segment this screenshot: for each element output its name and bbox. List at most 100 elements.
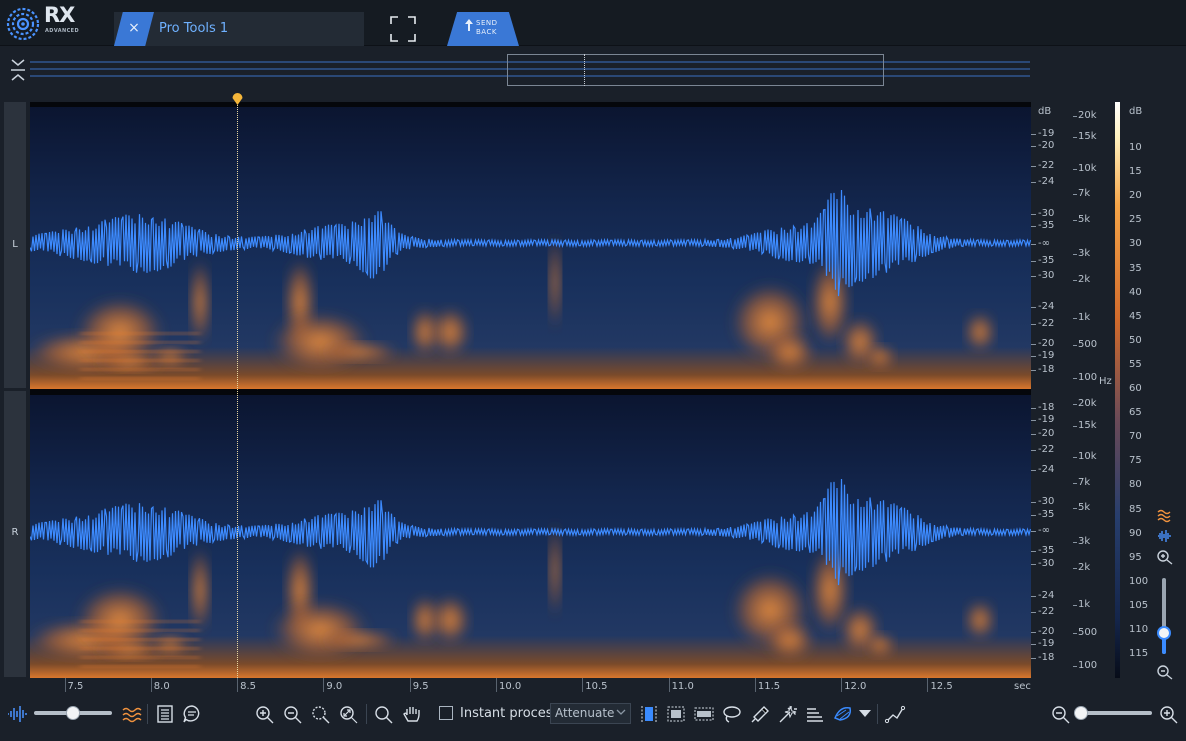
instant-process-label[interactable]: Instant process [460,706,559,721]
horizontal-zoom-in-icon[interactable] [1158,704,1180,724]
gain-icon[interactable] [832,704,854,724]
send-back-button[interactable]: SEND BACK [447,12,519,46]
logo-subtitle: ADVANCED [45,28,80,34]
db-scale-label: -24 [1038,301,1055,312]
time-tick [927,678,929,692]
vertical-zoom-in-icon[interactable] [1156,549,1174,565]
zoom-selection-icon[interactable] [310,704,332,724]
time-tick-label: 11.5 [757,681,781,692]
color-scale-label: 30 [1129,238,1142,250]
db-scale-tick [1031,307,1036,308]
harmonic-select-icon[interactable] [804,704,826,724]
db-scale-label: -30 [1038,496,1055,507]
spectrogram-view[interactable] [30,102,1031,678]
magic-wand-icon[interactable] [776,704,798,724]
hand-icon[interactable] [401,704,423,724]
zoom-in-icon[interactable] [254,704,276,724]
color-scale-label: 15 [1129,166,1142,178]
color-scale-label: 40 [1129,286,1142,298]
magnify-icon[interactable] [373,704,395,724]
spectrogram-icon[interactable] [120,704,142,724]
frequency-scale-label: 10k [1078,451,1097,462]
db-scale-label: -35 [1038,220,1055,231]
frequency-scale-label: 2k [1078,562,1091,573]
spectral-energy-region [865,344,895,370]
overview-view-window[interactable] [507,54,884,86]
db-scale-tick [1031,434,1036,435]
brush-icon[interactable] [749,704,771,724]
db-scale-label: -20 [1038,140,1055,151]
harmonic-band [80,332,200,335]
frequency-scale-tick [1073,116,1077,117]
playhead-line[interactable] [237,98,239,678]
frequency-scale-tick [1073,457,1077,458]
time-frequency-select-icon[interactable] [665,704,687,724]
harmonic-band [80,629,200,632]
comment-icon[interactable] [181,704,203,724]
db-scale-label: -35 [1038,509,1055,520]
spectral-energy-region [320,630,400,650]
db-scale-tick [1031,166,1036,167]
db-scale-label: -35 [1038,255,1055,266]
color-scale-label: 110 [1129,624,1149,635]
frequency-scale-tick [1073,280,1077,281]
spectral-energy-region [865,632,895,658]
spectrogram-canvas[interactable] [30,102,1031,678]
zoom-fit-icon[interactable] [338,704,360,724]
toolbar-separator [877,704,878,724]
vertical-zoom-out-icon[interactable] [1156,664,1174,680]
harmonic-band [80,350,200,353]
lasso-icon[interactable] [721,704,743,724]
waveform-overview[interactable] [0,46,1186,98]
frequency-scale-tick [1073,508,1077,509]
db-scale-tick [1031,261,1036,262]
frequency-select-icon[interactable] [693,704,715,724]
channel-label-right: R [11,527,19,538]
markers-icon[interactable] [154,704,176,724]
db-scale-tick [1031,344,1036,345]
db-scale-tick [1031,134,1036,135]
tab-title[interactable]: Pro Tools 1 [159,21,228,36]
frequency-scale-tick [1073,220,1077,221]
frequency-scale-tick [1073,169,1077,170]
color-scale-label: 10 [1129,142,1142,153]
playhead-marker-icon[interactable] [231,92,244,106]
color-scale-label: 70 [1129,431,1142,443]
send-back-line2: BACK [476,28,497,36]
horizontal-zoom-slider-knob[interactable] [1074,706,1088,720]
harmonic-band [80,647,200,650]
vertical-zoom-slider-knob[interactable] [1157,626,1171,640]
fullscreen-icon[interactable] [390,16,416,42]
db-scale-tick [1031,515,1036,516]
frequency-scale-tick [1073,483,1077,484]
waveform-spectrogram-blend-knob[interactable] [66,706,80,720]
frequency-scale-tick [1073,194,1077,195]
time-tick-label: 7.5 [67,681,84,692]
time-ruler[interactable] [30,678,1031,696]
waveform-icon[interactable] [6,704,28,724]
zoom-out-icon[interactable] [282,704,304,724]
db-scale-label: -30 [1038,208,1055,219]
time-tick [323,678,325,692]
time-tick-label: 8.0 [153,681,170,692]
collapse-overview-icon[interactable] [9,58,27,82]
time-tick [582,678,584,692]
db-scale-tick [1031,531,1036,532]
frequency-scale-label: 100 [1078,372,1098,383]
horizontal-zoom-out-icon[interactable] [1050,704,1072,724]
color-scale-label: 100 [1129,575,1149,587]
time-tick [237,678,239,692]
time-select-icon[interactable] [638,704,660,724]
db-scale-label: -22 [1038,160,1055,171]
waveform-toggle-icon[interactable] [1156,528,1174,544]
db-scale-tick [1031,632,1036,633]
instant-process-checkbox[interactable] [439,706,453,720]
time-tick-label: 9.5 [412,681,429,692]
curve-icon[interactable] [884,704,906,724]
frequency-scale-label: 15k [1078,131,1097,142]
send-back-label: SEND BACK [476,19,506,37]
db-scale-tick [1031,182,1036,183]
spectrogram-toggle-icon[interactable] [1156,508,1174,524]
gain-options-chevron-icon[interactable] [856,704,878,724]
time-tick [754,678,756,692]
